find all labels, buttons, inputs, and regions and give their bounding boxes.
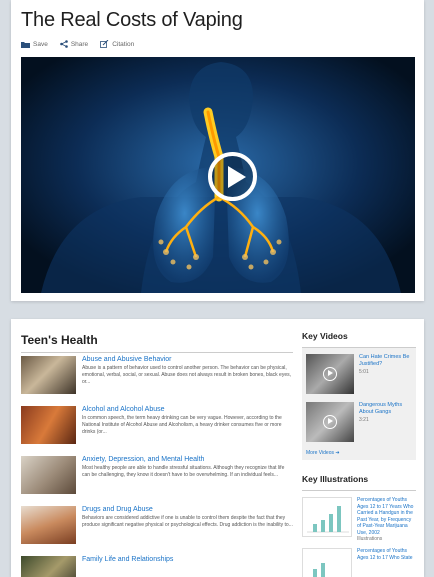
folder-icon: [21, 41, 30, 48]
bar-chart-icon: [307, 506, 349, 533]
divider: [302, 490, 416, 491]
item-description: Most healthy people are able to handle s…: [82, 465, 285, 478]
video-duration: 5:01: [359, 369, 369, 375]
item-description: [82, 565, 293, 577]
illustration-type: Illustrations: [357, 536, 383, 542]
illustration-thumbnail[interactable]: [302, 548, 352, 577]
more-videos-link[interactable]: More Videos ➜: [306, 450, 412, 456]
list-item[interactable]: Anxiety, Depression, and Mental Health M…: [21, 454, 293, 504]
item-title-link[interactable]: Anxiety, Depression, and Mental Health: [82, 456, 293, 463]
item-description: Behaviors are considered addictive if on…: [82, 515, 293, 528]
play-button[interactable]: [208, 152, 257, 201]
illustration-thumbnail[interactable]: [302, 497, 352, 537]
item-description: In common speech, the term heavy drinkin…: [82, 415, 282, 435]
thumbnail-image[interactable]: [21, 406, 76, 444]
article-actions: Save Share Citation: [21, 40, 134, 48]
video-item[interactable]: Dangerous Myths About Gangs 3:21: [306, 402, 412, 442]
list-item[interactable]: Alcohol and Alcohol Abuse In common spee…: [21, 404, 293, 454]
video-thumbnail[interactable]: [306, 354, 354, 394]
thumbnail-image[interactable]: [21, 356, 76, 394]
play-icon: [323, 415, 337, 429]
thumbnail-image[interactable]: [21, 556, 76, 577]
thumbnail-image[interactable]: [21, 456, 76, 494]
play-icon: [323, 367, 337, 381]
topic-heading: Teen's Health: [21, 333, 98, 347]
video-duration: 3:21: [359, 417, 369, 423]
video-item[interactable]: Can Hate Crimes Be Justified? 5:01: [306, 354, 412, 394]
topic-list: Abuse and Abusive Behavior Abuse is a pa…: [21, 354, 293, 577]
bar-chart-icon: [313, 563, 325, 577]
key-videos-box: Can Hate Crimes Be Justified? 5:01 Dange…: [302, 348, 416, 460]
thumbnail-image[interactable]: [21, 506, 76, 544]
edit-icon: [100, 40, 109, 48]
illustration-item[interactable]: Percentages of Youths Ages 12 to 17 Year…: [302, 497, 416, 542]
video-title-link[interactable]: Can Hate Crimes Be Justified?: [359, 354, 412, 368]
item-description: Abuse is a pattern of behavior used to c…: [82, 365, 292, 385]
item-title-link[interactable]: Drugs and Drug Abuse: [82, 506, 293, 513]
item-title-link[interactable]: Family Life and Relationships: [82, 556, 293, 563]
list-item[interactable]: Drugs and Drug Abuse Behaviors are consi…: [21, 504, 293, 554]
citation-button[interactable]: Citation: [100, 40, 134, 48]
list-item[interactable]: Family Life and Relationships: [21, 554, 293, 577]
save-button[interactable]: Save: [21, 41, 48, 48]
key-videos-heading: Key Videos: [302, 331, 348, 341]
illustration-item[interactable]: Percentages of Youths Ages 12 to 17 Who …: [302, 548, 416, 577]
video-thumbnail[interactable]: [306, 402, 354, 442]
divider: [21, 352, 293, 353]
share-button[interactable]: Share: [60, 40, 88, 48]
illustration-title-link[interactable]: Percentages of Youths Ages 12 to 17 Who …: [357, 548, 416, 561]
video-title-link[interactable]: Dangerous Myths About Gangs: [359, 402, 412, 416]
item-title-link[interactable]: Abuse and Abusive Behavior: [82, 356, 293, 363]
video-player[interactable]: [21, 57, 415, 293]
article-card: The Real Costs of Vaping Save Share Cita…: [11, 0, 424, 301]
article-title: The Real Costs of Vaping: [21, 9, 243, 31]
illustration-title-link[interactable]: Percentages of Youths Ages 12 to 17 Year…: [357, 497, 416, 536]
share-icon: [60, 40, 68, 48]
list-item[interactable]: Abuse and Abusive Behavior Abuse is a pa…: [21, 354, 293, 404]
item-title-link[interactable]: Alcohol and Alcohol Abuse: [82, 406, 293, 413]
sidebar: Key Videos Can Hate Crimes Be Justified?…: [302, 331, 416, 577]
topic-card: Teen's Health Abuse and Abusive Behavior…: [11, 319, 424, 577]
key-illustrations-heading: Key Illustrations: [302, 474, 369, 484]
